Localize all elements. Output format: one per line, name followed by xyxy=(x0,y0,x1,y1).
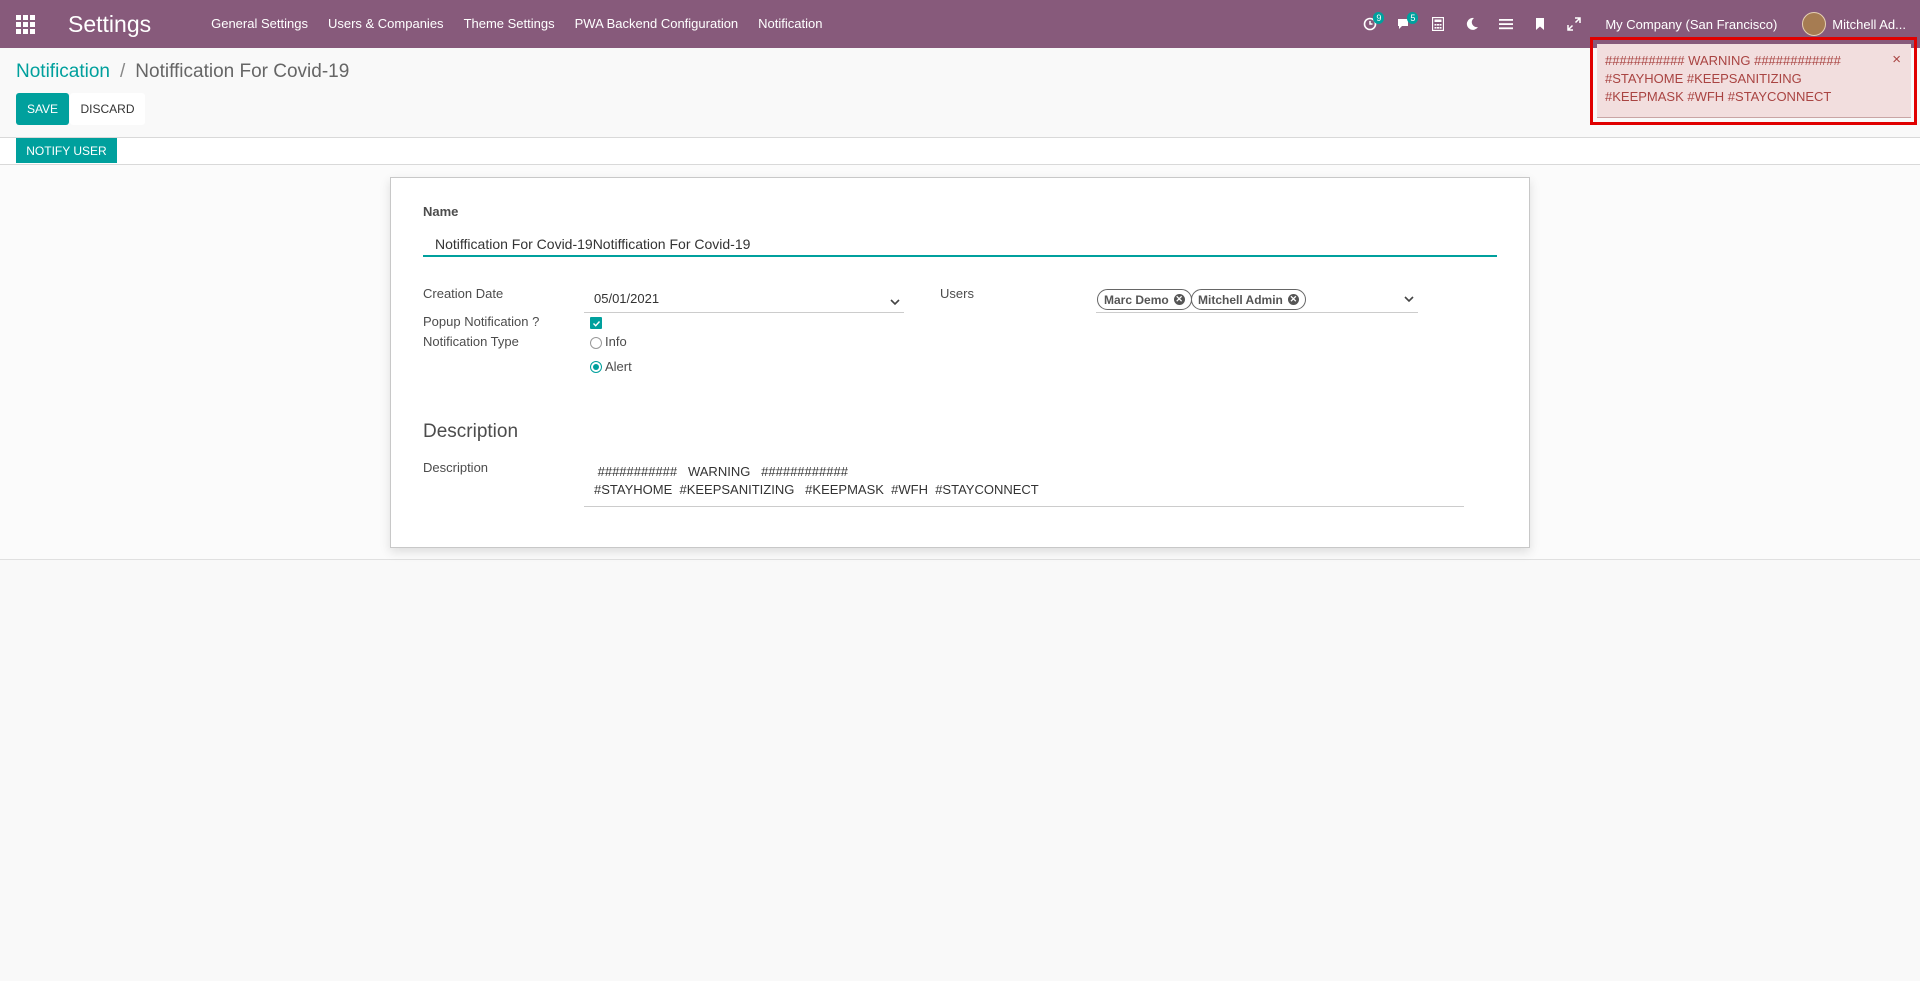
description-underline xyxy=(584,506,1464,507)
remove-tag-icon[interactable]: ✕ xyxy=(1173,294,1185,305)
notification-type-label: Notification Type xyxy=(423,334,519,349)
main-menu: General Settings Users & Companies Theme… xyxy=(201,0,832,48)
app-title: Settings xyxy=(68,10,152,37)
name-label: Name xyxy=(423,204,459,219)
user-name: Mitchell Ad... xyxy=(1832,16,1906,32)
form-statusbar: NOTIFY USER xyxy=(0,138,1920,165)
user-menu[interactable]: Mitchell Ad... xyxy=(1802,12,1906,36)
users-label: Users xyxy=(940,286,974,301)
save-button[interactable]: SAVE xyxy=(16,93,69,125)
messages-count-badge: 5 xyxy=(1407,12,1419,24)
menu-general-settings[interactable]: General Settings xyxy=(201,0,318,48)
calculator-icon[interactable] xyxy=(1421,0,1455,48)
discard-button[interactable]: DISCARD xyxy=(70,93,145,125)
list-menu-icon[interactable] xyxy=(1489,0,1523,48)
user-tag-marc-demo: Marc Demo ✕ xyxy=(1097,289,1192,310)
description-section-title: Description xyxy=(423,421,519,442)
toast-line-1: ########### WARNING ############ xyxy=(1605,53,1841,68)
menu-users-companies[interactable]: Users & Companies xyxy=(318,0,454,48)
messages-chat-icon[interactable]: 5 xyxy=(1387,0,1421,48)
bookmark-icon[interactable] xyxy=(1523,0,1557,48)
users-chevron-down-icon[interactable] xyxy=(1403,293,1415,305)
breadcrumb-current: Notiffication For Covid-19 xyxy=(135,61,350,82)
menu-notification[interactable]: Notification xyxy=(748,0,832,48)
creation-date-input[interactable]: 05/01/2021 xyxy=(594,291,659,306)
creation-date-chevron-down-icon[interactable] xyxy=(889,296,901,308)
warning-notification-toast: ########### WARNING ############ #STAYHO… xyxy=(1597,44,1911,118)
activity-clock-icon[interactable]: 9 xyxy=(1353,0,1387,48)
notify-user-button[interactable]: NOTIFY USER xyxy=(16,138,117,163)
user-tag-label: Marc Demo xyxy=(1104,292,1169,307)
type-info-radio[interactable] xyxy=(590,337,602,349)
company-switcher[interactable]: My Company (San Francisco) xyxy=(1605,17,1777,32)
description-line-2: #STAYHOME #KEEPSANITIZING #KEEPMASK #WFH… xyxy=(594,482,1039,497)
remove-tag-icon[interactable]: ✕ xyxy=(1287,294,1299,305)
description-label: Description xyxy=(423,460,489,475)
apps-menu-icon[interactable] xyxy=(0,0,50,48)
description-editor[interactable]: ########### WARNING ############ #STAYHOM… xyxy=(594,463,1039,499)
creation-date-underline xyxy=(584,312,904,313)
users-underline xyxy=(1096,312,1418,313)
breadcrumb-separator: / xyxy=(120,61,126,82)
menu-pwa-backend[interactable]: PWA Backend Configuration xyxy=(565,0,749,48)
type-alert-radio[interactable] xyxy=(590,361,602,373)
toast-line-2: #STAYHOME #KEEPSANITIZING xyxy=(1605,71,1802,86)
breadcrumb: Notification / Notiffication For Covid-1… xyxy=(16,61,349,83)
toast-message: ########### WARNING ############ #STAYHO… xyxy=(1605,52,1885,106)
avatar xyxy=(1802,12,1827,36)
popup-notification-checkbox[interactable] xyxy=(590,317,602,329)
name-input[interactable]: Notiffication For Covid-19Notiffication … xyxy=(423,231,1497,257)
toast-line-3: #KEEPMASK #WFH #STAYCONNECT xyxy=(1605,89,1832,104)
breadcrumb-parent-link[interactable]: Notification xyxy=(16,61,110,83)
toast-close-icon[interactable]: × xyxy=(1892,51,1901,68)
form-sheet: Name Notiffication For Covid-19Notiffica… xyxy=(390,177,1530,548)
type-alert-label[interactable]: Alert xyxy=(605,359,632,374)
type-info-label[interactable]: Info xyxy=(605,334,627,349)
user-tag-label: Mitchell Admin xyxy=(1198,292,1283,307)
description-line-1: ########### WARNING ############ xyxy=(594,464,848,479)
fullscreen-expand-icon[interactable] xyxy=(1557,0,1591,48)
user-tag-mitchell-admin: Mitchell Admin ✕ xyxy=(1191,289,1306,310)
popup-notification-label: Popup Notification ? xyxy=(423,314,540,329)
creation-date-label: Creation Date xyxy=(423,286,504,301)
activity-count-badge: 9 xyxy=(1373,12,1385,24)
menu-theme-settings[interactable]: Theme Settings xyxy=(454,0,565,48)
dark-mode-moon-icon[interactable] xyxy=(1455,0,1489,48)
